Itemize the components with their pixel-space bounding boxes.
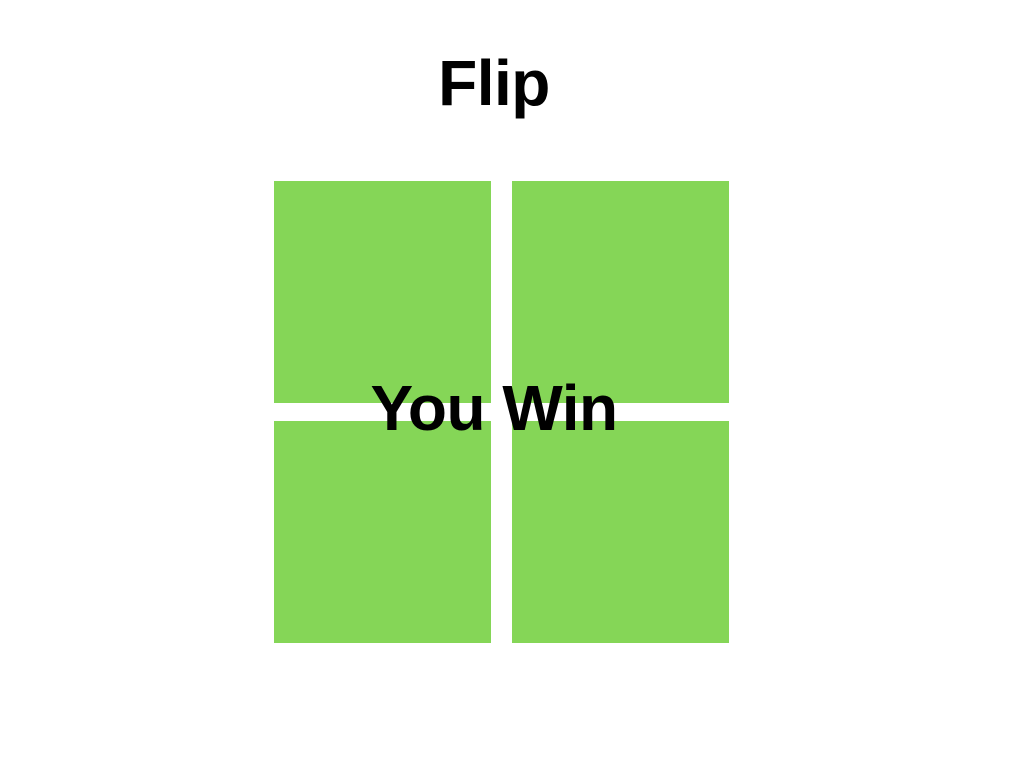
win-message: You Win: [370, 372, 618, 444]
tile-top-left[interactable]: [274, 181, 491, 403]
tile-top-right[interactable]: [512, 181, 729, 403]
tile-bottom-right[interactable]: [512, 421, 729, 643]
game-title: Flip: [438, 47, 550, 119]
tile-bottom-left[interactable]: [274, 421, 491, 643]
